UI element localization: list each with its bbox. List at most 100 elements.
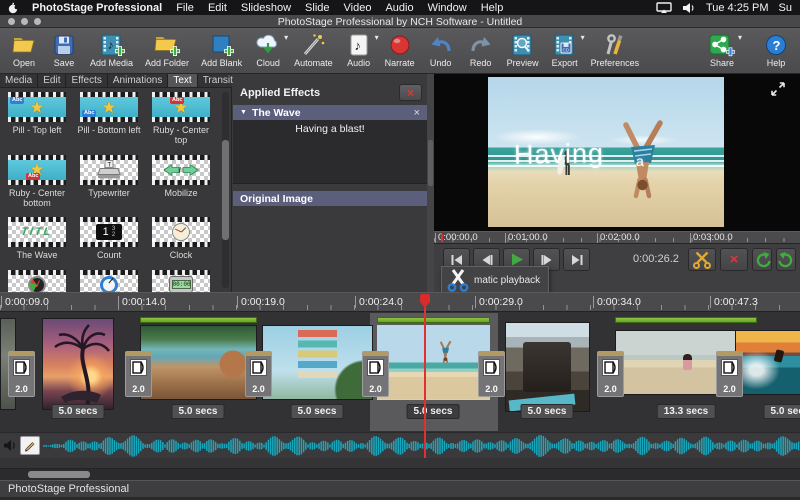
svg-text:T: T [108, 162, 112, 168]
panel-tabs: Media Edit Effects Animations Text Trans… [0, 74, 232, 88]
undo-button[interactable]: Undo [421, 30, 461, 72]
redo-button[interactable]: Redo [461, 30, 501, 72]
transition-4[interactable]: 2.0 [362, 351, 389, 397]
menubar-user[interactable]: Su [779, 2, 792, 14]
tab-media[interactable]: Media [0, 74, 38, 87]
text-effect-ruby-center-bottom[interactable]: ★ Abc Ruby - Center bottom [4, 155, 70, 209]
skip-to-end-button[interactable] [563, 248, 590, 271]
effect-section-the-wave[interactable]: ▼ The Wave × [233, 105, 427, 120]
menu-help[interactable]: Help [481, 2, 504, 14]
timeline-ruler[interactable]: 0:00:09.0 0:00:14.0 0:00:19.0 0:00:24.0 … [0, 292, 800, 312]
preview-seek-ruler[interactable]: 0:00:00.0 0:01:00.0 0:02:00.0 0:03:00.0 [434, 231, 800, 244]
text-effect-ruby-center-top[interactable]: ★ Abc Ruby - Center top [148, 92, 214, 146]
audio-track[interactable] [0, 432, 800, 458]
remove-effect-icon[interactable]: × [414, 107, 420, 119]
effects-list-scrollbar[interactable] [222, 92, 229, 288]
add-folder-button[interactable]: Add Folder [139, 30, 195, 72]
clock-graphic [172, 223, 190, 241]
menu-file[interactable]: File [176, 2, 194, 14]
rotate-ccw-icon [754, 252, 771, 268]
tab-text[interactable]: Text [168, 74, 197, 87]
split-clip-button[interactable] [688, 248, 716, 271]
window-titlebar: PhotoStage Professional by NCH Software … [0, 15, 800, 28]
preferences-button[interactable]: Preferences [585, 30, 646, 72]
fullscreen-expand-icon[interactable] [770, 81, 786, 102]
clip-surfer-sunset[interactable] [735, 330, 800, 395]
text-effect-mobilize[interactable]: I Mobilize [148, 155, 214, 209]
effect-text-input[interactable]: Having a blast! [233, 120, 427, 184]
timeline-horizontal-scrollbar[interactable] [0, 468, 800, 480]
empty-track-area [0, 458, 800, 468]
narrate-button[interactable]: Narrate [379, 30, 421, 72]
menu-window[interactable]: Window [428, 2, 467, 14]
wave-title-graphic: TITL [21, 226, 54, 239]
clip-palm-sunset[interactable] [42, 318, 114, 410]
preview-playhead-tick [441, 234, 443, 242]
clip-sign-post[interactable] [262, 325, 373, 400]
share-button[interactable]: ▾ Share [702, 30, 742, 72]
scrollbar-thumb[interactable] [28, 471, 90, 478]
transition-2[interactable]: 2.0 [125, 351, 152, 397]
apple-icon[interactable] [8, 2, 18, 14]
airplay-display-icon[interactable] [656, 2, 672, 14]
effect-applied-bar [377, 317, 490, 323]
transition-1[interactable]: 2.0 [8, 351, 35, 397]
clip-beach-selfie[interactable] [140, 325, 257, 400]
add-media-button[interactable]: ♪ Add Media [84, 30, 139, 72]
preview-image: Having a [488, 77, 724, 227]
applied-effects-scrollbar[interactable] [427, 74, 434, 292]
menu-audio[interactable]: Audio [385, 2, 413, 14]
tab-edit[interactable]: Edit [38, 74, 66, 87]
menu-app-name[interactable]: PhotoStage Professional [32, 2, 162, 14]
text-effect-typewriter[interactable]: T Typewriter [76, 155, 142, 209]
open-button[interactable]: Open [4, 30, 44, 72]
clip-van-beach[interactable] [505, 322, 590, 412]
wave-text-overlay-small: a [636, 153, 644, 169]
blank-slide-plus-icon [210, 33, 234, 57]
timeline-clips-track: 5.0 secs 5.0 secs 5.0 secs 5.0 secs 5.0 … [0, 312, 800, 432]
menu-slideshow[interactable]: Slideshow [241, 2, 291, 14]
applied-effects-title: Applied Effects [240, 87, 320, 99]
tab-animations[interactable]: Animations [108, 74, 168, 87]
delete-clip-button[interactable]: × [720, 248, 748, 271]
save-button[interactable]: Save [44, 30, 84, 72]
transition-7[interactable]: 2.0 [716, 351, 743, 397]
svg-text:CD: CD [562, 47, 569, 52]
page-turn-icon [721, 359, 738, 376]
transition-3[interactable]: 2.0 [245, 351, 272, 397]
export-button[interactable]: CD ▾ Export [545, 30, 585, 72]
filmstrip-magnifier-icon [510, 33, 536, 57]
volume-icon[interactable] [682, 2, 696, 14]
delete-x-icon: × [730, 252, 739, 267]
text-effect-pill-bottom-left[interactable]: ★ Abc Pill - Bottom left [76, 92, 142, 146]
text-effect-the-wave[interactable]: TITL The Wave [4, 217, 70, 260]
collapse-triangle-icon[interactable]: ▼ [240, 109, 247, 116]
menu-edit[interactable]: Edit [208, 2, 227, 14]
cloud-button[interactable]: ▾ Cloud [248, 30, 288, 72]
tab-effects[interactable]: Effects [66, 74, 107, 87]
close-applied-effects-button[interactable]: × [399, 84, 422, 101]
help-button[interactable]: ? Help [756, 30, 796, 72]
automate-button[interactable]: Automate [288, 30, 339, 72]
van-door-graphic [523, 342, 571, 391]
original-image-section[interactable]: Original Image [233, 191, 427, 206]
text-effect-count[interactable]: 1 32 Count [76, 217, 142, 260]
rotate-right-button[interactable] [776, 248, 796, 271]
transition-6[interactable]: 2.0 [597, 351, 624, 397]
menubar-clock[interactable]: Tue 4:25 PM [706, 2, 769, 14]
menu-slide[interactable]: Slide [305, 2, 329, 14]
playhead-line[interactable] [424, 306, 426, 458]
preview-button[interactable]: Preview [501, 30, 545, 72]
transition-5[interactable]: 2.0 [478, 351, 505, 397]
svg-text:♪: ♪ [354, 38, 361, 53]
filmstrip-save-icon: CD [552, 33, 578, 57]
audio-button[interactable]: ♪ ▾ Audio [339, 30, 379, 72]
window-title: PhotoStage Professional by NCH Software … [0, 16, 800, 28]
filmstrip-note-plus-icon: ♪ [99, 33, 125, 57]
rotate-left-button[interactable] [752, 248, 772, 271]
clip-beach-handstand-selected[interactable] [377, 325, 490, 400]
menu-video[interactable]: Video [344, 2, 372, 14]
text-effect-clock[interactable]: Clock [148, 217, 214, 260]
add-blank-button[interactable]: Add Blank [195, 30, 248, 72]
text-effect-pill-top-left[interactable]: ★ Abc Pill - Top left [4, 92, 70, 146]
